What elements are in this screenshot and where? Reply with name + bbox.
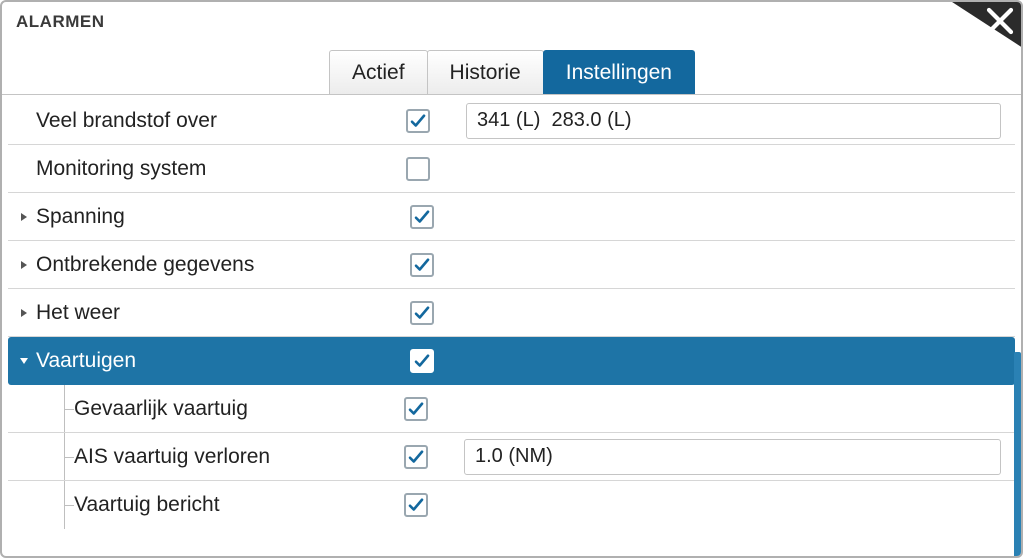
tree-branch-icon — [54, 385, 74, 432]
triangle-right-icon — [19, 308, 29, 318]
check-icon — [413, 208, 431, 226]
check-icon — [407, 496, 425, 514]
checkbox-vaartuigen[interactable] — [410, 349, 434, 373]
triangle-down-icon — [19, 356, 29, 366]
row-label: Vaartuigen — [36, 349, 410, 373]
row-label: AIS vaartuig verloren — [74, 445, 404, 469]
checkbox-ontbrekende-gegevens[interactable] — [410, 253, 434, 277]
triangle-right-icon — [19, 212, 29, 222]
tab-bar: Actief Historie Instellingen — [2, 44, 1021, 94]
scrollbar[interactable] — [1014, 97, 1021, 556]
check-icon — [413, 352, 431, 370]
close-button[interactable] — [931, 0, 1023, 48]
row-label: Ontbrekende gegevens — [36, 253, 410, 277]
check-icon — [409, 112, 427, 130]
scrollbar-thumb[interactable] — [1014, 352, 1021, 556]
settings-panel: Veel brandstof over Monitoring system — [2, 94, 1021, 556]
tab-instellingen[interactable]: Instellingen — [543, 50, 695, 94]
checkbox-ais-vaartuig-verloren[interactable] — [404, 445, 428, 469]
row-label: Veel brandstof over — [36, 109, 406, 133]
tree-branch-icon — [54, 481, 74, 529]
checkbox-het-weer[interactable] — [410, 301, 434, 325]
value-veel-brandstof-over[interactable] — [466, 103, 1001, 139]
row-label: Spanning — [36, 205, 410, 229]
triangle-right-icon — [19, 260, 29, 270]
checkbox-veel-brandstof-over[interactable] — [406, 109, 430, 133]
row-label: Gevaarlijk vaartuig — [74, 397, 404, 421]
window-header: ALARMEN — [2, 2, 1021, 44]
checkbox-spanning[interactable] — [410, 205, 434, 229]
expander-het-weer[interactable] — [16, 305, 32, 321]
check-icon — [413, 256, 431, 274]
row-ais-vaartuig-verloren: AIS vaartuig verloren — [8, 433, 1015, 481]
row-label: Het weer — [36, 301, 410, 325]
row-ontbrekende-gegevens: Ontbrekende gegevens — [8, 241, 1015, 289]
expander-vaartuigen[interactable] — [16, 353, 32, 369]
check-icon — [413, 304, 431, 322]
tab-historie[interactable]: Historie — [427, 50, 544, 94]
tree-branch-icon — [54, 433, 74, 480]
check-icon — [407, 400, 425, 418]
checkbox-vaartuig-bericht[interactable] — [404, 493, 428, 517]
row-het-weer: Het weer — [8, 289, 1015, 337]
expander-ontbrekende-gegevens[interactable] — [16, 257, 32, 273]
alarms-window: ALARMEN Actief Historie Instellingen Vee… — [0, 0, 1023, 558]
close-icon — [931, 0, 1023, 48]
row-veel-brandstof-over: Veel brandstof over — [8, 97, 1015, 145]
expander-spanning[interactable] — [16, 209, 32, 225]
window-title: ALARMEN — [16, 12, 105, 32]
row-spanning: Spanning — [8, 193, 1015, 241]
value-ais-vaartuig-verloren[interactable] — [464, 439, 1001, 475]
checkbox-monitoring-system[interactable] — [406, 157, 430, 181]
row-vaartuigen[interactable]: Vaartuigen — [8, 337, 1015, 385]
row-label: Monitoring system — [36, 157, 406, 181]
tab-actief[interactable]: Actief — [329, 50, 428, 94]
row-label: Vaartuig bericht — [74, 493, 404, 517]
checkbox-gevaarlijk-vaartuig[interactable] — [404, 397, 428, 421]
row-vaartuig-bericht: Vaartuig bericht — [8, 481, 1015, 529]
row-gevaarlijk-vaartuig: Gevaarlijk vaartuig — [8, 385, 1015, 433]
check-icon — [407, 448, 425, 466]
row-monitoring-system: Monitoring system — [8, 145, 1015, 193]
